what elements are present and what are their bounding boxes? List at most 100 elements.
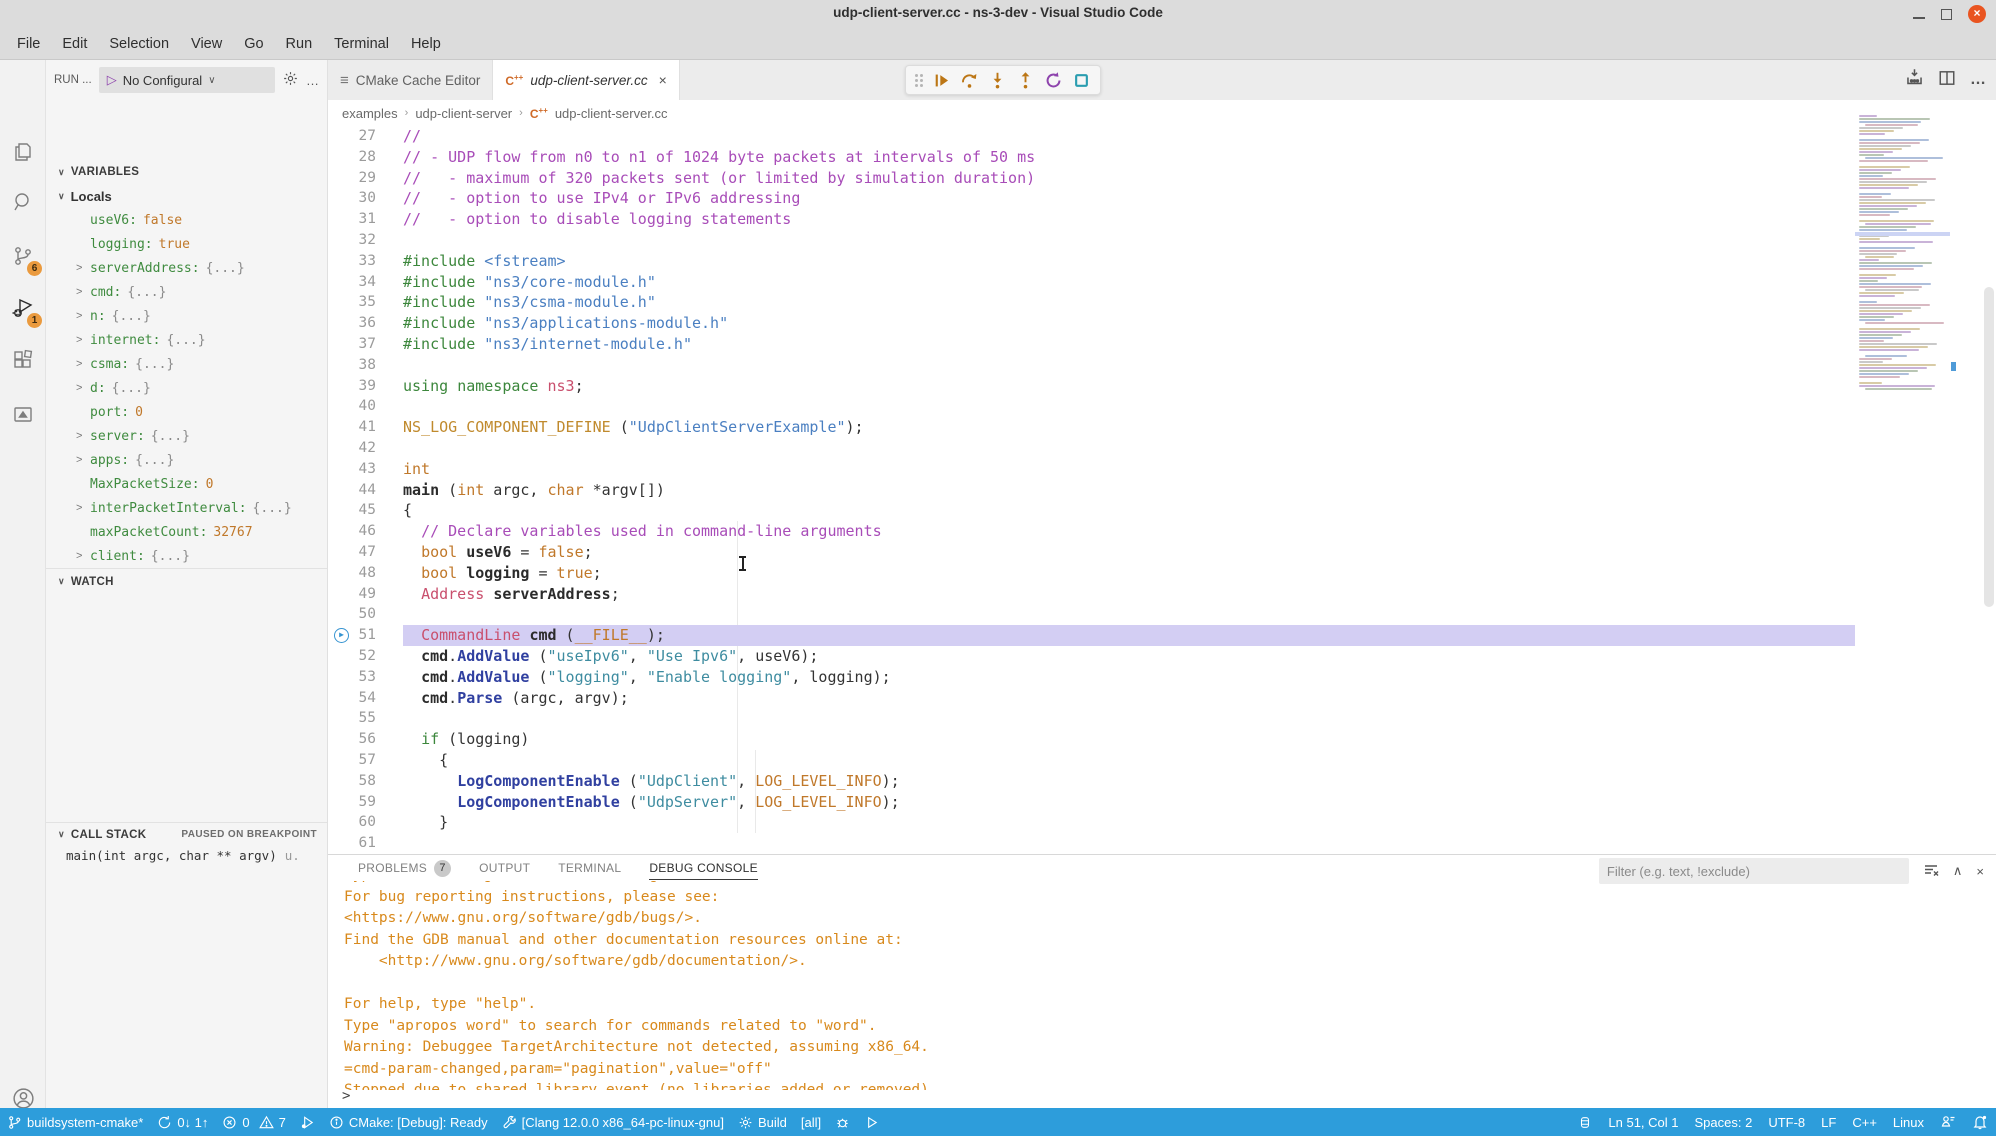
minimize-button[interactable] xyxy=(1913,17,1925,19)
line-number[interactable]: 44 xyxy=(328,480,403,501)
code-line[interactable]: 55 xyxy=(328,708,1855,729)
code-line[interactable]: 32 xyxy=(328,230,1855,251)
code-line[interactable]: 57 { xyxy=(328,750,1855,771)
code-line[interactable]: 42 xyxy=(328,438,1855,459)
code-line[interactable]: 56 if (logging) xyxy=(328,729,1855,750)
code-line[interactable]: 30// - option to use IPv4 or IPv6 addres… xyxy=(328,188,1855,209)
eol-item[interactable]: LF xyxy=(1813,1108,1844,1136)
tab-problems[interactable]: PROBLEMS 7 xyxy=(358,856,451,881)
line-number[interactable]: 49 xyxy=(328,584,403,605)
line-number[interactable]: 34 xyxy=(328,272,403,293)
cmake-view-icon[interactable] xyxy=(0,395,46,435)
line-number[interactable]: 50 xyxy=(328,604,403,625)
code-line[interactable]: 40 xyxy=(328,396,1855,417)
git-branch-item[interactable]: buildsystem-cmake* xyxy=(0,1108,150,1136)
code-line[interactable]: 46 // Declare variables used in command-… xyxy=(328,521,1855,542)
step-over-button[interactable] xyxy=(960,71,979,90)
watch-section-header[interactable]: ∨ WATCH xyxy=(46,568,327,594)
indentation-item[interactable]: Spaces: 2 xyxy=(1687,1108,1761,1136)
line-number[interactable]: 48 xyxy=(328,563,403,584)
line-number[interactable]: 57 xyxy=(328,750,403,771)
menu-run[interactable]: Run xyxy=(275,28,324,60)
chevron-right-icon[interactable]: > xyxy=(76,382,90,394)
code-line[interactable]: 29// - maximum of 320 packets sent (or l… xyxy=(328,168,1855,189)
editor-scrollbar[interactable] xyxy=(1984,126,1994,854)
cursor-position-item[interactable]: Ln 51, Col 1 xyxy=(1600,1108,1686,1136)
menu-file[interactable]: File xyxy=(6,28,51,60)
line-number[interactable]: 56 xyxy=(328,729,403,750)
variable-row[interactable]: >csma:{...} xyxy=(46,352,327,376)
notifications-button[interactable] xyxy=(1964,1108,1996,1136)
code-line[interactable]: 27// xyxy=(328,126,1855,147)
language-mode-item[interactable]: C++ xyxy=(1844,1108,1885,1136)
code-line[interactable]: 47 bool useV6 = false; xyxy=(328,542,1855,563)
code-line[interactable]: 44main (int argc, char *argv[]) xyxy=(328,480,1855,501)
code-line[interactable]: 52 cmd.AddValue ("useIpv6", "Use Ipv6", … xyxy=(328,646,1855,667)
variable-row[interactable]: >client:{...} xyxy=(46,544,327,568)
locals-scope[interactable]: ∨ Locals xyxy=(46,184,327,208)
code-line[interactable]: 33#include <fstream> xyxy=(328,251,1855,272)
step-out-button[interactable] xyxy=(1016,71,1035,90)
run-target-button[interactable] xyxy=(857,1108,886,1136)
minimap[interactable] xyxy=(1855,115,1950,405)
line-number[interactable]: 27 xyxy=(328,126,403,147)
sync-changes-item[interactable]: 0↓ 1↑ xyxy=(150,1108,215,1136)
code-line[interactable]: 59 LogComponentEnable ("UdpServer", LOG_… xyxy=(328,792,1855,813)
menu-view[interactable]: View xyxy=(180,28,233,60)
breadcrumb-item[interactable]: udp-client-server xyxy=(415,106,512,121)
continue-button[interactable] xyxy=(932,71,951,90)
console-filter-input[interactable] xyxy=(1599,858,1909,884)
source-control-icon[interactable]: 6 xyxy=(0,236,46,276)
line-number[interactable]: 28 xyxy=(328,147,403,168)
chevron-right-icon[interactable]: > xyxy=(76,310,90,322)
call-stack-section-header[interactable]: ∨ CALL STACK PAUSED ON BREAKPOINT xyxy=(46,822,327,846)
line-number[interactable]: 36 xyxy=(328,313,403,334)
feedback-button[interactable] xyxy=(1932,1108,1964,1136)
variable-row[interactable]: MaxPacketSize:0 xyxy=(46,472,327,496)
line-number[interactable]: 32 xyxy=(328,230,403,251)
breadcrumb-item[interactable]: examples xyxy=(342,106,398,121)
line-number[interactable]: 58 xyxy=(328,771,403,792)
maximize-button[interactable] xyxy=(1941,9,1952,20)
split-editor-icon[interactable] xyxy=(1938,69,1956,92)
line-number[interactable]: 37 xyxy=(328,334,403,355)
code-line[interactable]: 35#include "ns3/csma-module.h" xyxy=(328,292,1855,313)
debug-status-item[interactable] xyxy=(293,1108,322,1136)
line-number[interactable]: 31 xyxy=(328,209,403,230)
search-icon[interactable] xyxy=(0,182,46,222)
code-line[interactable]: 45{ xyxy=(328,500,1855,521)
tab-terminal[interactable]: TERMINAL xyxy=(558,857,621,879)
code-line[interactable]: 37#include "ns3/internet-module.h" xyxy=(328,334,1855,355)
line-number[interactable]: 43 xyxy=(328,459,403,480)
line-number[interactable]: 61 xyxy=(328,833,403,854)
stop-button[interactable] xyxy=(1072,71,1091,90)
variable-row[interactable]: >internet:{...} xyxy=(46,328,327,352)
line-number[interactable]: 40 xyxy=(328,396,403,417)
line-number[interactable]: 38 xyxy=(328,355,403,376)
chevron-right-icon[interactable]: > xyxy=(76,286,90,298)
chevron-right-icon[interactable]: > xyxy=(76,550,90,562)
stack-frame-row[interactable]: main(int argc, char ** argv) u. xyxy=(46,848,327,863)
code-editor[interactable]: 27//28// - UDP flow from n0 to n1 of 102… xyxy=(328,126,1855,854)
line-number[interactable]: 53 xyxy=(328,667,403,688)
code-line[interactable]: 36#include "ns3/applications-module.h" xyxy=(328,313,1855,334)
code-line[interactable]: 38 xyxy=(328,355,1855,376)
line-number[interactable]: 46 xyxy=(328,521,403,542)
menu-help[interactable]: Help xyxy=(400,28,452,60)
code-line[interactable]: ▶51 CommandLine cmd (__FILE__); xyxy=(328,625,1855,646)
code-line[interactable]: 49 Address serverAddress; xyxy=(328,584,1855,605)
variable-row[interactable]: port:0 xyxy=(46,400,327,424)
variables-section-header[interactable]: ∨ VARIABLES xyxy=(46,160,327,184)
start-debug-icon[interactable]: ▷ xyxy=(107,72,117,88)
menu-edit[interactable]: Edit xyxy=(51,28,98,60)
cmake-status-item[interactable]: CMake: [Debug]: Ready xyxy=(322,1108,495,1136)
close-button[interactable]: × xyxy=(1968,5,1986,23)
close-tab-icon[interactable]: × xyxy=(659,72,667,88)
extensions-icon[interactable] xyxy=(0,340,46,380)
chevron-right-icon[interactable]: > xyxy=(76,502,90,514)
line-number[interactable]: 29 xyxy=(328,168,403,189)
remote-indicator[interactable] xyxy=(1570,1108,1600,1136)
more-actions-icon[interactable]: … xyxy=(306,73,319,88)
code-line[interactable]: 58 LogComponentEnable ("UdpClient", LOG_… xyxy=(328,771,1855,792)
breadcrumb-item[interactable]: udp-client-server.cc xyxy=(555,106,668,121)
